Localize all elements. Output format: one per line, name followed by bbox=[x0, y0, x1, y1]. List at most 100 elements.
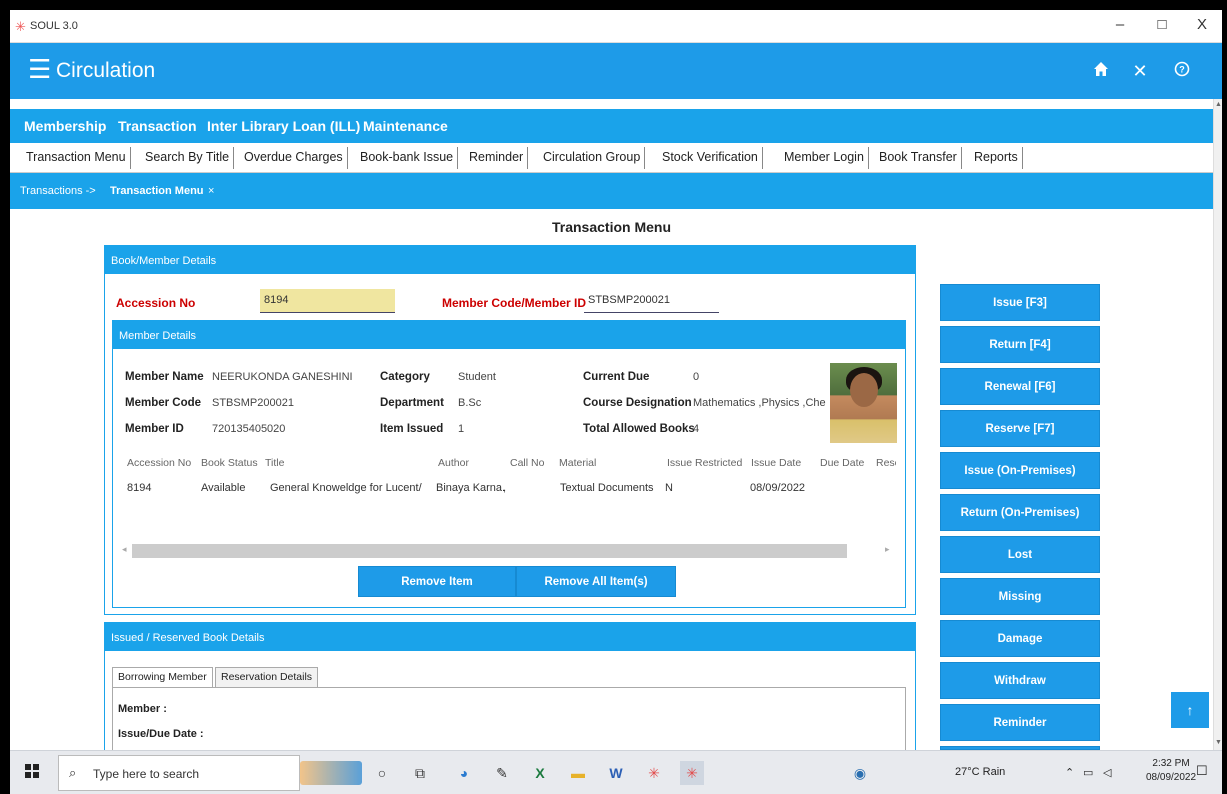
menu-membership[interactable]: Membership bbox=[24, 118, 106, 134]
help-app-icon[interactable]: ◉ bbox=[848, 761, 872, 785]
issue-on-premises-button[interactable]: Issue (On-Premises) bbox=[940, 452, 1100, 489]
breadcrumb-close-icon[interactable]: × bbox=[208, 185, 214, 197]
damage-button[interactable]: Damage bbox=[940, 620, 1100, 657]
soul-taskbar-icon[interactable]: ✳ bbox=[642, 761, 666, 785]
col-accession-no[interactable]: Accession No bbox=[127, 457, 191, 469]
issue-button[interactable]: Issue [F3] bbox=[940, 284, 1100, 321]
cortana-icon[interactable]: ○ bbox=[370, 761, 394, 785]
scroll-thumb[interactable] bbox=[132, 544, 847, 558]
return-button[interactable]: Return [F4] bbox=[940, 326, 1100, 363]
pen-app-icon[interactable]: ✎ bbox=[490, 761, 514, 785]
taskbar-clock[interactable]: 2:32 PM 08/09/2022 bbox=[1146, 757, 1196, 785]
scroll-down-arrow-icon[interactable]: ▼ bbox=[1214, 739, 1222, 746]
maximize-button[interactable]: □ bbox=[1152, 16, 1172, 33]
col-due-date[interactable]: Due Date bbox=[820, 457, 864, 469]
edge-browser-icon[interactable]: ◕ bbox=[452, 761, 476, 785]
breadcrumb-parent[interactable]: Transactions -> bbox=[20, 185, 96, 197]
menu-ill[interactable]: Inter Library Loan (ILL) bbox=[207, 118, 360, 134]
borrowing-member-tab-content bbox=[112, 687, 906, 750]
page-title: Transaction Menu bbox=[551, 219, 672, 235]
member-name-label: Member Name bbox=[125, 371, 204, 383]
category-label: Category bbox=[380, 371, 430, 383]
system-tray-chevron-icon[interactable]: ⌃ bbox=[1065, 766, 1074, 779]
close-window-button[interactable]: X bbox=[1192, 16, 1212, 33]
submenu-transaction-menu[interactable]: Transaction Menu bbox=[22, 147, 131, 169]
member-code-detail-value: STBSMP200021 bbox=[212, 397, 294, 409]
reserve-button[interactable]: Reserve [F7] bbox=[940, 410, 1100, 447]
return-on-premises-button[interactable]: Return (On-Premises) bbox=[940, 494, 1100, 531]
renewal-button[interactable]: Renewal [F6] bbox=[940, 368, 1100, 405]
file-explorer-icon[interactable]: ▬ bbox=[566, 761, 590, 785]
accession-no-input[interactable]: 8194 bbox=[260, 289, 395, 313]
breadcrumb-current[interactable]: Transaction Menu bbox=[110, 185, 204, 197]
tab-reservation-details[interactable]: Reservation Details bbox=[215, 667, 319, 687]
member-id-value: 720135405020 bbox=[212, 423, 286, 435]
submenu-reminder[interactable]: Reminder bbox=[465, 147, 529, 169]
submenu-member-login[interactable]: Member Login bbox=[780, 147, 869, 169]
weather-widget[interactable]: 27°C Rain bbox=[955, 766, 1005, 778]
lost-button[interactable]: Lost bbox=[940, 536, 1100, 573]
minimize-button[interactable]: – bbox=[1110, 16, 1130, 33]
member-details-panel-header: Member Details bbox=[113, 321, 905, 349]
col-book-status[interactable]: Book Status bbox=[201, 457, 258, 469]
clock-time: 2:32 PM bbox=[1152, 758, 1190, 769]
submenu-overdue-charges[interactable]: Overdue Charges bbox=[240, 147, 348, 169]
col-call-no[interactable]: Call No bbox=[510, 457, 544, 469]
hamburger-menu-icon[interactable]: ☰ bbox=[28, 56, 51, 82]
close-icon[interactable]: ✕ bbox=[1129, 61, 1151, 81]
svg-text:?: ? bbox=[1179, 65, 1185, 75]
task-view-icon[interactable]: ⧉ bbox=[408, 761, 432, 785]
tab-borrowing-member[interactable]: Borrowing Member bbox=[112, 667, 213, 687]
table-horizontal-scrollbar[interactable]: ◂ ▸ bbox=[120, 542, 895, 560]
search-highlight-icon[interactable] bbox=[300, 761, 362, 785]
department-label: Department bbox=[380, 397, 444, 409]
notification-icon[interactable]: ☐ bbox=[1196, 763, 1208, 779]
menu-maintenance[interactable]: Maintenance bbox=[363, 118, 448, 134]
col-title[interactable]: Title bbox=[265, 457, 284, 469]
window-title: SOUL 3.0 bbox=[30, 20, 78, 32]
missing-button[interactable]: Missing bbox=[940, 578, 1100, 615]
submenu-reports[interactable]: Reports bbox=[970, 147, 1023, 169]
main-menubar: Membership Transaction Inter Library Loa… bbox=[10, 109, 1213, 143]
reminder-button[interactable]: Reminder bbox=[940, 704, 1100, 741]
submenu-book-bank-issue[interactable]: Book-bank Issue bbox=[356, 147, 459, 169]
module-title: Circulation bbox=[56, 59, 156, 82]
remove-item-button[interactable]: Remove Item bbox=[358, 566, 516, 597]
vertical-scrollbar[interactable]: ▲ ▼ bbox=[1213, 99, 1222, 750]
col-material[interactable]: Material bbox=[559, 457, 596, 469]
book-member-panel-header: Book/Member Details bbox=[105, 246, 915, 274]
cell-author: Binaya Karna. bbox=[436, 482, 506, 494]
col-issue-restricted[interactable]: Issue Restricted bbox=[667, 457, 742, 469]
volume-icon[interactable]: ◁ bbox=[1103, 766, 1111, 779]
submenu-circulation-group[interactable]: Circulation Group bbox=[539, 147, 646, 169]
clock-date: 08/09/2022 bbox=[1146, 772, 1197, 783]
taskbar-search-input[interactable]: ⌕ Type here to search bbox=[58, 755, 300, 791]
help-icon[interactable]: ? bbox=[1171, 61, 1193, 81]
course-designation-value: Mathematics ,Physics ,Che bbox=[693, 397, 826, 409]
cell-accession-no: 8194 bbox=[127, 482, 152, 494]
cell-issue-date: 08/09/2022 bbox=[750, 482, 806, 494]
submenu-search-by-title[interactable]: Search By Title bbox=[141, 147, 235, 169]
submenu-book-transfer[interactable]: Book Transfer bbox=[875, 147, 962, 169]
member-code-input[interactable]: STBSMP200021 bbox=[584, 289, 719, 313]
home-icon[interactable] bbox=[1090, 61, 1112, 81]
excel-icon[interactable]: X bbox=[528, 761, 552, 785]
scroll-to-top-button[interactable]: ↑ bbox=[1171, 692, 1209, 728]
submenu-stock-verification[interactable]: Stock Verification bbox=[658, 147, 763, 169]
scroll-left-arrow-icon[interactable]: ◂ bbox=[122, 544, 127, 555]
search-placeholder: Type here to search bbox=[93, 767, 200, 781]
menu-transaction[interactable]: Transaction bbox=[118, 118, 197, 134]
soul-active-taskbar-icon[interactable]: ✳ bbox=[680, 761, 704, 785]
total-allowed-label: Total Allowed Books bbox=[583, 423, 695, 435]
col-issue-date[interactable]: Issue Date bbox=[751, 457, 801, 469]
remove-all-items-button[interactable]: Remove All Item(s) bbox=[516, 566, 676, 597]
scroll-right-arrow-icon[interactable]: ▸ bbox=[885, 544, 890, 555]
windows-start-icon[interactable] bbox=[20, 761, 44, 785]
search-icon: ⌕ bbox=[69, 765, 77, 780]
withdraw-button[interactable]: Withdraw bbox=[940, 662, 1100, 699]
col-reserve[interactable]: Rese bbox=[876, 457, 896, 469]
network-icon[interactable]: ▭ bbox=[1083, 766, 1093, 779]
col-author[interactable]: Author bbox=[438, 457, 469, 469]
word-icon[interactable]: W bbox=[604, 761, 628, 785]
scroll-up-arrow-icon[interactable]: ▲ bbox=[1214, 101, 1222, 108]
